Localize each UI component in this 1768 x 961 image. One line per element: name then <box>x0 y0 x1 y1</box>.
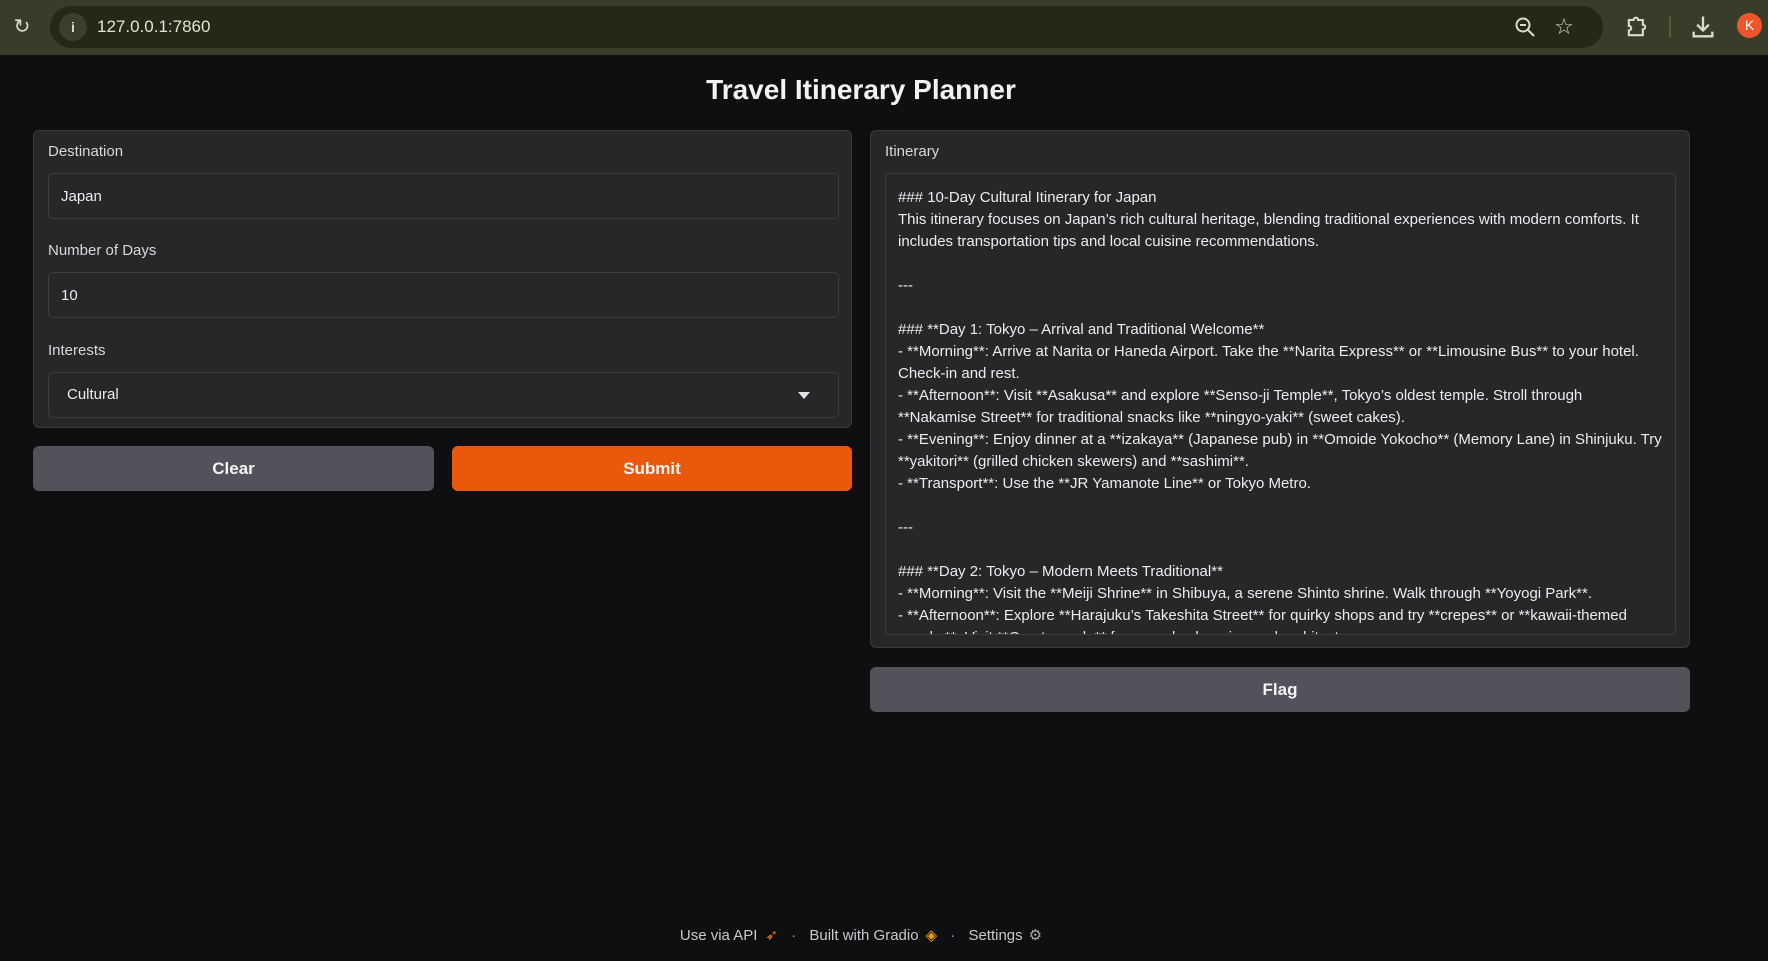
browser-toolbar: ↻ i 127.0.0.1:7860 ☆ K <box>0 0 1768 55</box>
rocket-icon: ➶ <box>765 927 778 945</box>
days-label: Number of Days <box>48 242 157 259</box>
url-text[interactable]: 127.0.0.1:7860 <box>97 6 210 48</box>
clear-button[interactable]: Clear <box>33 446 434 491</box>
zoom-out-icon[interactable] <box>1513 15 1537 39</box>
address-bar[interactable]: i 127.0.0.1:7860 ☆ <box>50 6 1603 48</box>
input-panel: Destination Number of Days Interests Cul… <box>33 130 852 428</box>
destination-label: Destination <box>48 143 124 160</box>
destination-input[interactable] <box>48 173 839 219</box>
toolbar-divider <box>1669 16 1671 38</box>
chevron-down-icon <box>798 392 810 399</box>
bookmark-star-icon[interactable]: ☆ <box>1551 14 1577 40</box>
footer-separator: · <box>791 926 797 944</box>
gradio-logo-icon: ◈ <box>925 927 938 945</box>
use-via-api-link[interactable]: Use via API ➶ <box>680 926 778 945</box>
submit-button[interactable]: Submit <box>452 446 852 491</box>
flag-button[interactable]: Flag <box>870 667 1690 712</box>
settings-link[interactable]: Settings ⚙ <box>968 926 1043 945</box>
profile-avatar[interactable]: K <box>1737 13 1762 38</box>
footer: Use via API ➶ · Built with Gradio ◈ · Sett… <box>0 926 1722 945</box>
download-icon[interactable] <box>1689 12 1717 42</box>
footer-separator: · <box>950 926 956 944</box>
itinerary-output[interactable]: ### 10-Day Cultural Itinerary for Japan … <box>885 173 1676 635</box>
gear-icon: ⚙ <box>1028 927 1043 945</box>
site-info-icon[interactable]: i <box>59 13 87 41</box>
page-title: Travel Itinerary Planner <box>706 74 1016 105</box>
extensions-icon[interactable] <box>1623 13 1651 41</box>
days-input[interactable] <box>48 272 839 318</box>
built-with-gradio-link[interactable]: Built with Gradio ◈ <box>809 926 938 945</box>
interests-selected-value: Cultural <box>67 386 119 403</box>
reload-icon[interactable]: ↻ <box>8 13 36 41</box>
output-panel: Itinerary ### 10-Day Cultural Itinerary … <box>870 130 1690 648</box>
interests-dropdown[interactable]: Cultural <box>48 372 839 418</box>
itinerary-label: Itinerary <box>885 143 940 160</box>
interests-label: Interests <box>48 342 106 359</box>
